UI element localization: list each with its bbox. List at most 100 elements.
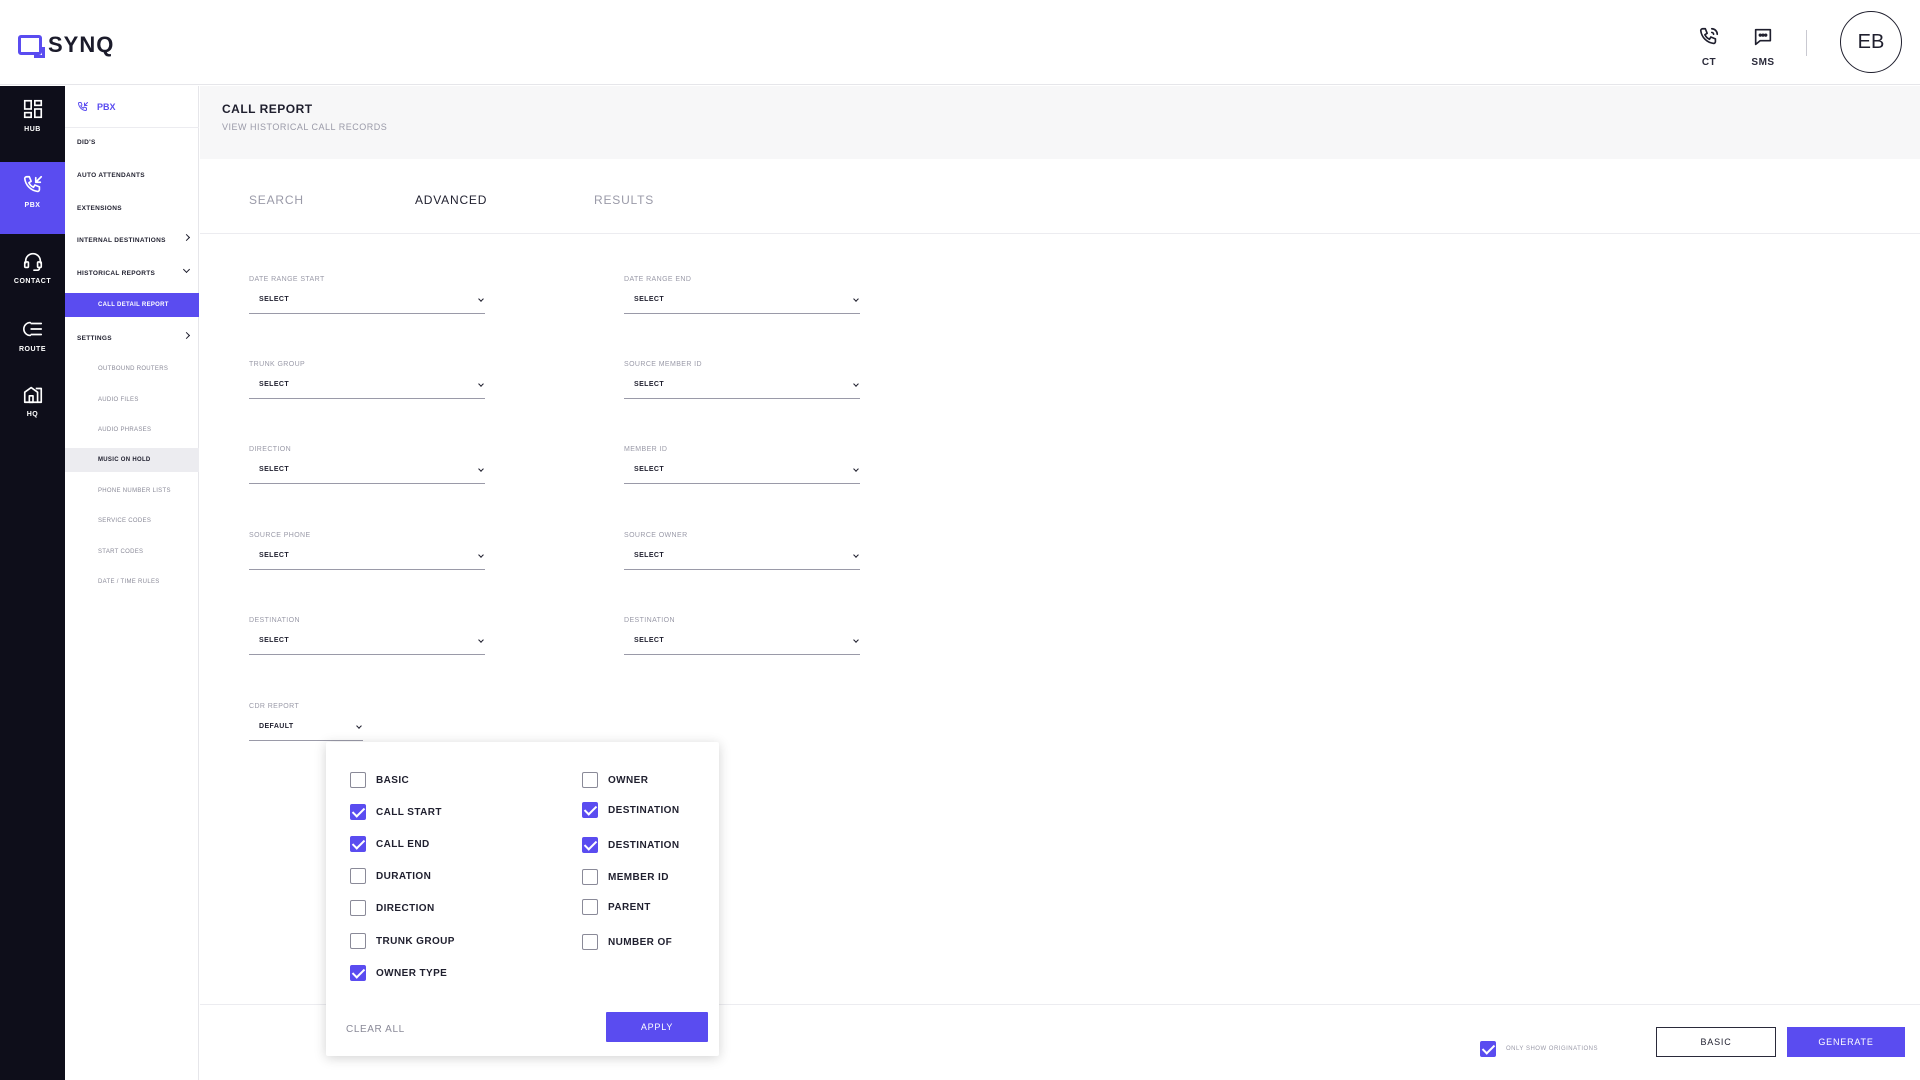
option-basic[interactable]: BASIC — [350, 772, 409, 788]
tab-results[interactable]: RESULTS — [594, 193, 654, 207]
subnav-label: START CODES — [98, 549, 144, 555]
option-trunk-group[interactable]: TRUNK GROUP — [350, 933, 455, 949]
generate-button[interactable]: GENERATE — [1787, 1027, 1905, 1057]
rail-item-hub[interactable]: HUB — [0, 86, 65, 158]
option-parent[interactable]: PARENT — [582, 899, 651, 915]
option-destination-1[interactable]: DESTINATION — [582, 802, 679, 818]
option-call-start[interactable]: CALL START — [350, 804, 442, 820]
option-checkbox[interactable] — [350, 933, 366, 949]
option-checkbox[interactable] — [582, 899, 598, 915]
option-checkbox[interactable] — [582, 772, 598, 788]
subnav-item-music-on-hold[interactable]: MUSIC ON HOLD — [65, 448, 199, 472]
option-checkbox[interactable] — [350, 804, 366, 820]
option-checkbox[interactable] — [582, 837, 598, 853]
direction-field: DIRECTION SELECT — [249, 446, 485, 484]
source-member-id-select[interactable]: SELECT — [624, 381, 860, 399]
trunk-group-field: TRUNK GROUP SELECT — [249, 361, 485, 399]
option-number-of[interactable]: NUMBER OF — [582, 934, 672, 950]
headset-icon — [23, 252, 42, 271]
subnav-item-extensions[interactable]: EXTENSIONS — [65, 196, 199, 220]
destination-select-2[interactable]: SELECT — [624, 637, 860, 655]
option-checkbox[interactable] — [350, 868, 366, 884]
only-show-originations-checkbox[interactable] — [1480, 1041, 1496, 1057]
rail-item-route[interactable]: ROUTE — [0, 306, 65, 378]
subnav-item-start-codes[interactable]: START CODES — [65, 540, 199, 564]
subnav-item-outbound-routers[interactable]: OUTBOUND ROUTERS — [65, 357, 199, 381]
subnav-item-service-codes[interactable]: SERVICE CODES — [65, 509, 199, 533]
option-owner[interactable]: OWNER — [582, 772, 648, 788]
logo-mark-icon — [18, 35, 45, 58]
date-range-end-select[interactable]: SELECT — [624, 296, 860, 314]
rail-item-hq[interactable]: HQ — [0, 371, 65, 443]
chevron-down-icon — [478, 552, 484, 558]
brand-name: SYNQ — [48, 32, 115, 57]
option-direction[interactable]: DIRECTION — [350, 900, 435, 916]
ct-label: CT — [1701, 57, 1717, 68]
trunk-group-select[interactable]: SELECT — [249, 381, 485, 399]
subnav-item-settings[interactable]: SETTINGS — [65, 326, 199, 350]
subnav-label: AUDIO PHRASES — [98, 427, 152, 433]
cdr-report-select[interactable]: DEFAULT — [249, 723, 363, 741]
chevron-down-icon — [478, 296, 484, 302]
option-owner-type[interactable]: OWNER TYPE — [350, 965, 447, 981]
chevron-down-icon — [853, 552, 859, 558]
direction-select[interactable]: SELECT — [249, 466, 485, 484]
subnav-item-phone-number-lists[interactable]: PHONE NUMBER LISTS — [65, 479, 199, 503]
option-checkbox[interactable] — [350, 836, 366, 852]
subnav-item-audio-files[interactable]: AUDIO FILES — [65, 388, 199, 412]
subnav-item-audio-phrases[interactable]: AUDIO PHRASES — [65, 418, 199, 442]
only-show-originations-toggle[interactable]: ONLY SHOW ORIGINATIONS — [1480, 1041, 1598, 1057]
sms-button[interactable]: SMS — [1741, 26, 1785, 68]
option-checkbox[interactable] — [582, 934, 598, 950]
clear-all-button[interactable]: CLEAR ALL — [346, 1024, 405, 1035]
user-avatar[interactable]: EB — [1840, 11, 1902, 73]
option-checkbox[interactable] — [582, 802, 598, 818]
destination-select[interactable]: SELECT — [249, 637, 485, 655]
subnav-item-date-time-rules[interactable]: DATE / TIME RULES — [65, 570, 199, 594]
source-owner-select[interactable]: SELECT — [624, 552, 860, 570]
field-label: CDR REPORT — [249, 703, 300, 710]
subnav-item-call-detail-report[interactable]: CALL DETAIL REPORT — [65, 293, 199, 317]
option-checkbox[interactable] — [350, 772, 366, 788]
subnav-label: SERVICE CODES — [98, 518, 152, 524]
source-owner-field: SOURCE OWNER SELECT — [624, 532, 860, 570]
option-call-end[interactable]: CALL END — [350, 836, 430, 852]
option-checkbox[interactable] — [350, 965, 366, 981]
rail-item-contact[interactable]: CONTACT — [0, 238, 65, 310]
select-value: SELECT — [259, 637, 290, 644]
subnav-label: HISTORICAL REPORTS — [77, 269, 156, 277]
tab-search[interactable]: SEARCH — [249, 193, 304, 207]
basic-button[interactable]: BASIC — [1656, 1027, 1776, 1057]
field-label: DIRECTION — [249, 446, 292, 453]
option-label: TRUNK GROUP — [376, 935, 455, 947]
destination-field-2: DESTINATION SELECT — [624, 617, 860, 655]
member-id-select[interactable]: SELECT — [624, 466, 860, 484]
field-label: DATE RANGE END — [624, 276, 692, 283]
chevron-down-icon — [853, 637, 859, 643]
rail-item-pbx[interactable]: PBX — [0, 162, 65, 234]
option-member-id[interactable]: MEMBER ID — [582, 869, 669, 885]
option-duration[interactable]: DURATION — [350, 868, 431, 884]
subnav-label: AUDIO FILES — [98, 397, 139, 403]
subnav-item-dids[interactable]: DID'S — [65, 130, 199, 154]
apply-button[interactable]: APPLY — [606, 1012, 708, 1042]
source-phone-select[interactable]: SELECT — [249, 552, 485, 570]
page-header: CALL REPORT VIEW HISTORICAL CALL RECORDS — [200, 86, 1920, 159]
select-value: SELECT — [634, 637, 665, 644]
subnav-item-auto-attendants[interactable]: AUTO ATTENDANTS — [65, 163, 199, 187]
synq-logo[interactable]: SYNQ — [18, 32, 114, 58]
subnav-item-internal-destinations[interactable]: INTERNAL DESTINATIONS — [65, 228, 199, 252]
ct-button[interactable]: CT — [1687, 26, 1731, 68]
subnav-label: MUSIC ON HOLD — [98, 457, 151, 463]
destination-field: DESTINATION SELECT — [249, 617, 485, 655]
tab-advanced[interactable]: ADVANCED — [415, 193, 487, 207]
source-member-id-field: SOURCE MEMBER ID SELECT — [624, 361, 860, 399]
field-label: SOURCE MEMBER ID — [624, 361, 702, 368]
subnav-header[interactable]: PBX — [65, 86, 199, 128]
option-checkbox[interactable] — [582, 869, 598, 885]
subnav-item-historical-reports[interactable]: HISTORICAL REPORTS — [65, 261, 199, 285]
option-checkbox[interactable] — [350, 900, 366, 916]
option-destination-2[interactable]: DESTINATION — [582, 837, 679, 853]
date-range-start-select[interactable]: SELECT — [249, 296, 485, 314]
subnav-label: INTERNAL DESTINATIONS — [77, 236, 166, 244]
